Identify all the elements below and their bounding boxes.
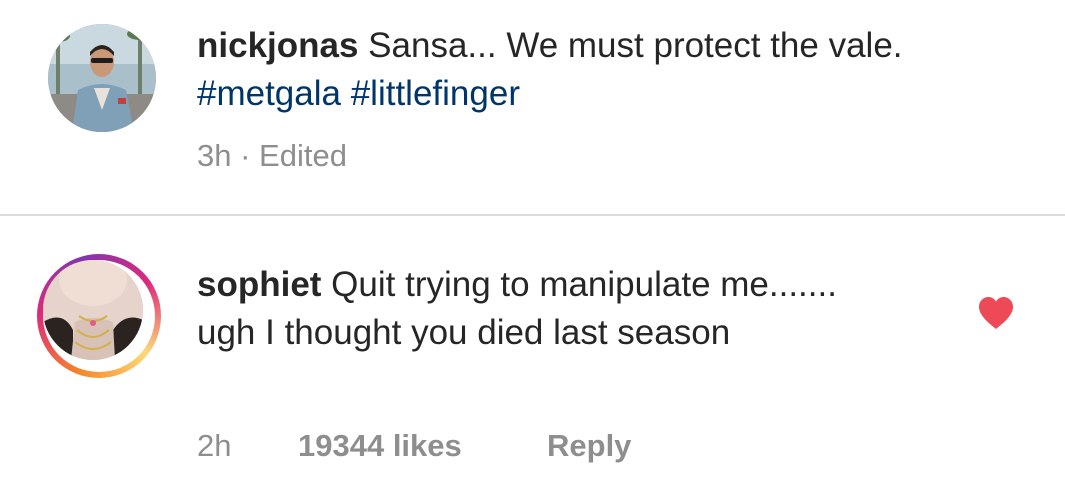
comments-screen: nickjonas Sansa... We must protect the v… xyxy=(0,0,1065,501)
comment-item: sophiet Quit trying to manipulate me....… xyxy=(0,216,1065,501)
hashtag-metgala[interactable]: #metgala xyxy=(197,74,341,113)
likes-count[interactable]: 19344 likes xyxy=(298,428,462,464)
comment-meta: 2h 19344 likes Reply xyxy=(197,428,631,464)
edited-label[interactable]: Edited xyxy=(259,138,347,173)
caption-body: Sansa... We must protect the vale. xyxy=(358,26,903,65)
heart-filled-icon xyxy=(979,297,1013,329)
caption-meta: 3h · Edited xyxy=(197,138,347,174)
comment-text: sophiet Quit trying to manipulate me....… xyxy=(197,261,897,357)
avatar-photo-icon xyxy=(43,260,143,360)
comment-timestamp: 2h xyxy=(197,428,232,463)
caption-username[interactable]: nickjonas xyxy=(197,26,358,65)
avatar[interactable] xyxy=(48,24,156,132)
heart-shape xyxy=(979,297,1013,329)
caption-text: nickjonas Sansa... We must protect the v… xyxy=(197,22,957,118)
hashtag-littlefinger[interactable]: #littlefinger xyxy=(351,74,520,113)
like-button[interactable] xyxy=(977,296,1015,330)
avatar-story-ring[interactable] xyxy=(37,254,161,378)
avatar[interactable] xyxy=(43,260,143,360)
reply-button[interactable]: Reply xyxy=(547,428,631,464)
post-caption: nickjonas Sansa... We must protect the v… xyxy=(0,0,1065,214)
meta-separator: · xyxy=(231,138,260,173)
comment-username[interactable]: sophiet xyxy=(197,265,321,304)
avatar-photo-icon xyxy=(48,24,156,132)
caption-timestamp: 3h xyxy=(197,138,232,173)
